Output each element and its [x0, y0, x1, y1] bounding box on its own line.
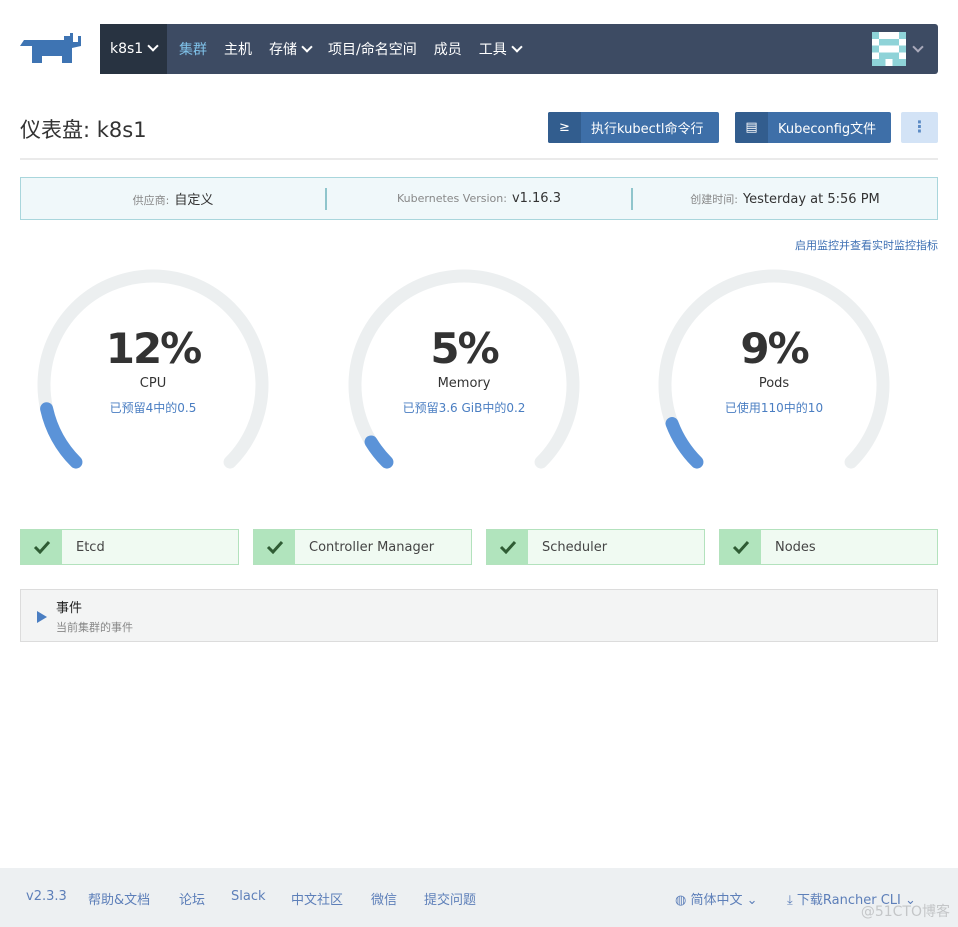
terminal-icon: ≥ [548, 112, 581, 143]
component-nodes: Nodes [719, 529, 938, 565]
nav-storage[interactable]: 存储 [269, 39, 313, 59]
page-title: 仪表盘: k8s1 [20, 118, 147, 142]
cluster-info-bar: 供应商: 自定义 Kubernetes Version: v1.16.3 创建时间:… [20, 177, 938, 220]
footer-link-community[interactable]: 中文社区 [291, 889, 343, 908]
gauge-pods: 9% Pods 已使用110中的10 [644, 262, 904, 482]
nav-tools[interactable]: 工具 [479, 39, 523, 59]
chevron-down-icon [147, 40, 159, 52]
rancher-logo[interactable] [20, 32, 88, 66]
user-avatar[interactable] [872, 32, 906, 66]
more-actions-button[interactable]: ⋮ [901, 112, 938, 143]
footer-link-forum[interactable]: 论坛 [179, 889, 205, 908]
divider [20, 158, 938, 160]
check-icon [487, 530, 528, 564]
gauge-fill [364, 435, 394, 469]
check-icon [720, 530, 761, 564]
version-link[interactable]: v2.3.3 [26, 889, 67, 904]
gauge-fill [665, 417, 704, 469]
component-scheduler: Scheduler [486, 529, 705, 565]
chevron-down-icon [301, 41, 313, 53]
footer-link-docs[interactable]: 帮助&文档 [88, 889, 150, 908]
nav-members[interactable]: 成员 [434, 39, 462, 59]
footer: v2.3.3 帮助&文档 论坛 Slack 中文社区 微信 提交问题 ◍ 简体中… [0, 868, 958, 927]
gauge-memory: 5% Memory 已预留3.6 GiB中的0.2 [334, 262, 594, 482]
events-section-toggle[interactable]: 事件 当前集群的事件 [20, 589, 938, 642]
nav-hosts[interactable]: 主机 [224, 39, 252, 59]
gauge-fill [40, 402, 83, 469]
nav-projects[interactable]: 项目/命名空间 [328, 39, 417, 59]
enable-monitoring-link[interactable]: 启用监控并查看实时监控指标 [795, 237, 938, 253]
kubeconfig-button[interactable]: ▤ Kubeconfig文件 [735, 112, 891, 143]
top-nav: k8s1 集群 主机 存储 项目/命名空间 成员 工具 [100, 24, 938, 74]
gauge-cpu: 12% CPU 已预留4中的0.5 [23, 262, 283, 482]
kubectl-button[interactable]: ≥ 执行kubectl命令行 [548, 112, 719, 143]
download-icon: ⤓ [787, 893, 797, 908]
watermark: @51CTO博客 [860, 904, 950, 920]
footer-link-slack[interactable]: Slack [231, 889, 266, 904]
check-icon [21, 530, 62, 564]
chevron-down-icon [511, 41, 523, 53]
cluster-switcher[interactable]: k8s1 [100, 24, 167, 74]
file-icon: ▤ [735, 112, 768, 143]
footer-link-wechat[interactable]: 微信 [371, 889, 397, 908]
footer-link-issue[interactable]: 提交问题 [424, 889, 476, 908]
globe-icon: ◍ [675, 893, 691, 908]
nav-cluster[interactable]: 集群 [179, 39, 207, 59]
component-etcd: Etcd [20, 529, 239, 565]
language-selector[interactable]: ◍ 简体中文 ⌄ [675, 889, 758, 908]
check-icon [254, 530, 295, 564]
expand-triangle-icon [37, 611, 47, 623]
chevron-down-icon[interactable] [912, 41, 924, 53]
component-controller-manager: Controller Manager [253, 529, 472, 565]
